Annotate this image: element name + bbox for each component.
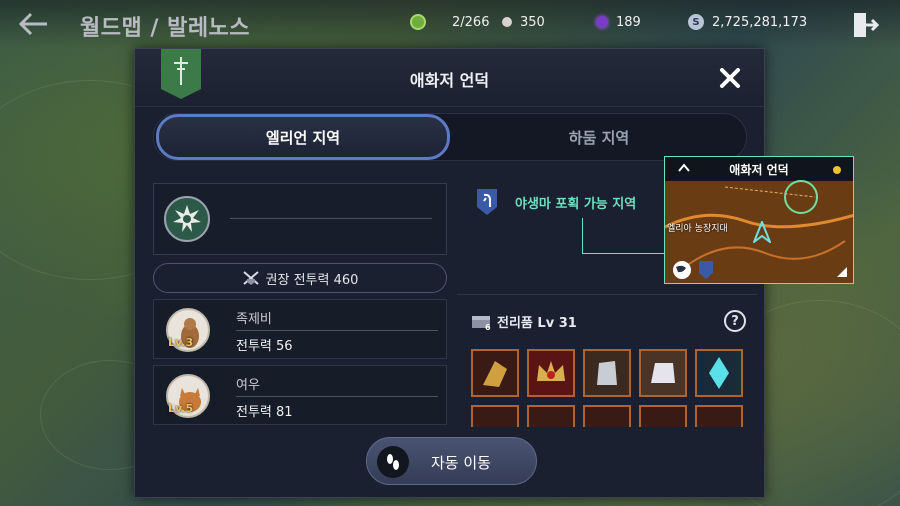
recommended-power: 권장 전투력 460	[153, 263, 447, 293]
gold-gauntlet-icon	[483, 361, 507, 387]
globe-icon[interactable]	[671, 259, 693, 281]
loot-item[interactable]	[639, 405, 687, 427]
top-bar: 월드맵 / 발레노스 2/266 350 189 S 2,725,281,173	[0, 0, 900, 48]
loot-item[interactable]	[471, 349, 519, 397]
pearl-icon	[502, 17, 512, 27]
white-glove-icon	[651, 363, 675, 383]
resource-pearls[interactable]: 350	[502, 13, 545, 31]
minimap-title: 애화저 언덕	[729, 163, 789, 177]
divider	[236, 396, 438, 397]
footprints-icon	[377, 446, 409, 478]
loot-label: 전리품 Lv 31	[497, 315, 577, 331]
loot-item[interactable]	[527, 405, 575, 427]
expand-icon[interactable]	[835, 265, 849, 279]
loot-item[interactable]	[583, 349, 631, 397]
monster-name: 족제비	[236, 312, 272, 327]
crystal-icon	[709, 357, 729, 389]
exit-button[interactable]	[850, 10, 880, 40]
divider	[230, 218, 432, 219]
auto-move-label: 자동 이동	[431, 454, 491, 472]
page-title: 월드맵 / 발레노스	[80, 16, 251, 41]
arrow-left-icon	[19, 12, 47, 36]
loot-item[interactable]	[695, 349, 743, 397]
exit-door-icon	[854, 13, 880, 37]
dialog-header: 애화저 언덕	[135, 49, 764, 107]
left-panel: 권장 전투력 460 Lv.3 족제비 전투력 56 Lv.5 여우 전투력 8…	[143, 175, 448, 427]
resource-gems[interactable]: 2/266	[410, 13, 489, 31]
loot-grid	[471, 349, 747, 427]
resource-value: 189	[616, 14, 641, 30]
purple-orb-icon	[596, 16, 608, 28]
resource-value: 2,725,281,173	[712, 14, 808, 30]
monster-level: Lv.3	[168, 336, 194, 349]
monster-level: Lv.5	[168, 402, 194, 415]
silver-gauntlet-icon	[597, 361, 617, 385]
divider	[236, 330, 438, 331]
minimap-header: 애화저 언덕	[665, 157, 853, 181]
resource-value: 350	[520, 14, 545, 30]
resource-silver[interactable]: S 2,725,281,173	[688, 13, 807, 31]
close-icon[interactable]	[719, 67, 741, 89]
crown-icon	[537, 361, 565, 381]
tab-hadum[interactable]: 하둠 지역	[454, 114, 744, 160]
silver-coin-icon: S	[688, 14, 704, 30]
region-tabs: 엘리언 지역 하둠 지역	[153, 113, 747, 161]
recommended-power-label: 권장 전투력 460	[265, 272, 359, 288]
monster-power: 전투력 56	[236, 339, 293, 354]
monster-name: 여우	[236, 378, 260, 393]
minimap[interactable]: 애화저 언덕 엘리아 농장지대	[664, 156, 854, 284]
chest-icon: 6	[472, 316, 491, 331]
resource-orbs[interactable]: 189	[596, 13, 641, 31]
region-emblem-icon	[164, 196, 210, 242]
connector-line	[582, 218, 583, 254]
horse-shield-small-icon	[699, 261, 713, 279]
target-circle-icon	[784, 180, 818, 214]
tab-elion[interactable]: 엘리언 지역	[156, 114, 450, 160]
connector-line	[582, 253, 664, 254]
help-icon[interactable]: ?	[724, 310, 746, 332]
loot-header: 6 전리품 Lv 31	[471, 311, 751, 331]
minimap-place-label: 엘리아 농장지대	[667, 224, 728, 234]
svg-text:6: 6	[485, 323, 491, 331]
horse-shield-icon	[477, 189, 497, 215]
loot-item[interactable]	[695, 405, 743, 427]
resource-value: 2/266	[452, 14, 490, 30]
loot-item[interactable]	[583, 405, 631, 427]
region-emblem-card	[153, 183, 447, 255]
green-gem-icon	[410, 14, 426, 30]
dialog-title: 애화저 언덕	[409, 71, 490, 90]
monster-power: 전투력 81	[236, 405, 293, 420]
wild-horse-label: 야생마 포획 가능 지역	[515, 197, 637, 212]
loot-item[interactable]	[639, 349, 687, 397]
flower-emblem-icon	[173, 205, 201, 232]
loot-item[interactable]	[527, 349, 575, 397]
monster-card[interactable]: Lv.5 여우 전투력 81	[153, 365, 447, 425]
back-button[interactable]	[18, 8, 50, 40]
monster-card[interactable]: Lv.3 족제비 전투력 56	[153, 299, 447, 359]
player-arrow-icon	[753, 221, 771, 243]
crossed-swords-icon	[242, 271, 259, 285]
loot-item[interactable]	[471, 405, 519, 427]
sun-icon	[833, 166, 841, 174]
auto-move-button[interactable]: 자동 이동	[366, 437, 537, 485]
footprints-svg	[387, 454, 399, 470]
